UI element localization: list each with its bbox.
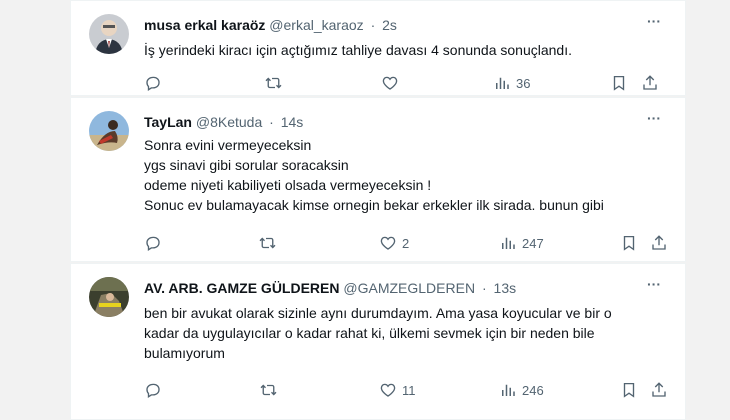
like-button[interactable]: 2 bbox=[379, 234, 409, 252]
display-name[interactable]: TayLan bbox=[144, 114, 192, 130]
timestamp[interactable]: 2s bbox=[382, 17, 397, 33]
avatar[interactable] bbox=[89, 111, 129, 151]
tweet-card[interactable]: TayLan @8Ketuda · 14s ··· Sonra evini ve… bbox=[70, 97, 686, 262]
user-handle[interactable]: @GAMZEGLDEREN bbox=[343, 280, 475, 296]
separator-dot: · bbox=[481, 280, 487, 296]
bookmark-button[interactable] bbox=[620, 234, 638, 252]
views-button[interactable]: 246 bbox=[499, 381, 544, 399]
reply-button[interactable] bbox=[144, 234, 162, 252]
share-icon bbox=[652, 235, 666, 250]
like-icon bbox=[382, 76, 398, 90]
separator-dot: · bbox=[269, 114, 274, 130]
bookmark-icon bbox=[623, 235, 635, 251]
timestamp[interactable]: 14s bbox=[281, 114, 304, 130]
avatar[interactable] bbox=[89, 277, 129, 317]
share-icon bbox=[652, 382, 666, 397]
view-count: 36 bbox=[516, 75, 531, 91]
tweet-text: ben bir avukat olarak sizinle aynı durum… bbox=[144, 305, 612, 361]
share-button[interactable] bbox=[650, 381, 668, 399]
tweet-card[interactable]: AV. ARB. GAMZE GÜLDEREN @GAMZEGLDEREN · … bbox=[70, 263, 686, 420]
reply-icon bbox=[146, 383, 160, 399]
retweet-button[interactable] bbox=[258, 234, 277, 252]
tweet-header: musa erkal karaöz @erkal_karaoz · 2s bbox=[144, 16, 397, 34]
retweet-button[interactable] bbox=[264, 74, 283, 92]
avatar[interactable] bbox=[89, 14, 129, 54]
bookmark-button[interactable] bbox=[610, 74, 628, 92]
user-handle[interactable]: @8Ketuda bbox=[196, 114, 262, 130]
more-options-icon[interactable]: ··· bbox=[647, 110, 661, 126]
tweet-actions: 11 246 bbox=[144, 381, 667, 401]
reply-icon bbox=[146, 236, 160, 252]
retweet-button[interactable] bbox=[259, 381, 278, 399]
views-button[interactable]: 36 bbox=[493, 74, 530, 92]
views-icon bbox=[496, 77, 509, 89]
like-button[interactable] bbox=[381, 74, 404, 92]
retweet-icon bbox=[260, 384, 277, 396]
more-options-icon[interactable]: ··· bbox=[647, 13, 661, 29]
views-button[interactable]: 247 bbox=[499, 234, 544, 252]
reply-icon bbox=[146, 76, 160, 92]
separator-dot: · bbox=[370, 17, 376, 33]
retweet-icon bbox=[265, 77, 282, 89]
more-options-icon[interactable]: ··· bbox=[647, 276, 661, 292]
reply-button[interactable] bbox=[144, 74, 162, 92]
views-icon bbox=[502, 384, 515, 396]
like-icon bbox=[380, 236, 396, 250]
tweet-actions: 2 247 bbox=[144, 234, 667, 254]
tweet-text: İş yerindeki kiracı için açtığımız tahli… bbox=[144, 42, 572, 58]
retweet-icon bbox=[259, 237, 276, 249]
share-button[interactable] bbox=[650, 234, 668, 252]
view-count: 246 bbox=[522, 382, 544, 398]
display-name[interactable]: musa erkal karaöz bbox=[144, 17, 265, 33]
share-icon bbox=[643, 75, 657, 90]
tweet-header: TayLan @8Ketuda · 14s bbox=[144, 113, 303, 131]
timestamp[interactable]: 13s bbox=[494, 280, 517, 296]
user-handle[interactable]: @erkal_karaoz bbox=[269, 17, 363, 33]
bookmark-icon bbox=[613, 75, 625, 91]
display-name[interactable]: AV. ARB. GAMZE GÜLDEREN bbox=[144, 280, 340, 296]
reply-button[interactable] bbox=[144, 381, 162, 399]
bookmark-button[interactable] bbox=[620, 381, 638, 399]
tweet-header: AV. ARB. GAMZE GÜLDEREN @GAMZEGLDEREN · … bbox=[144, 279, 516, 297]
tweet-card[interactable]: musa erkal karaöz @erkal_karaoz · 2s ···… bbox=[70, 0, 686, 96]
share-button[interactable] bbox=[641, 74, 659, 92]
like-count: 11 bbox=[402, 382, 416, 398]
like-icon bbox=[380, 383, 396, 397]
like-button[interactable]: 11 bbox=[379, 381, 416, 399]
view-count: 247 bbox=[522, 235, 544, 251]
bookmark-icon bbox=[623, 382, 635, 398]
tweet-text: Sonra evini vermeyeceksin ygs sinavi gib… bbox=[144, 137, 604, 213]
like-count: 2 bbox=[402, 235, 410, 251]
tweet-actions: 36 bbox=[144, 74, 667, 94]
views-icon bbox=[502, 237, 515, 249]
